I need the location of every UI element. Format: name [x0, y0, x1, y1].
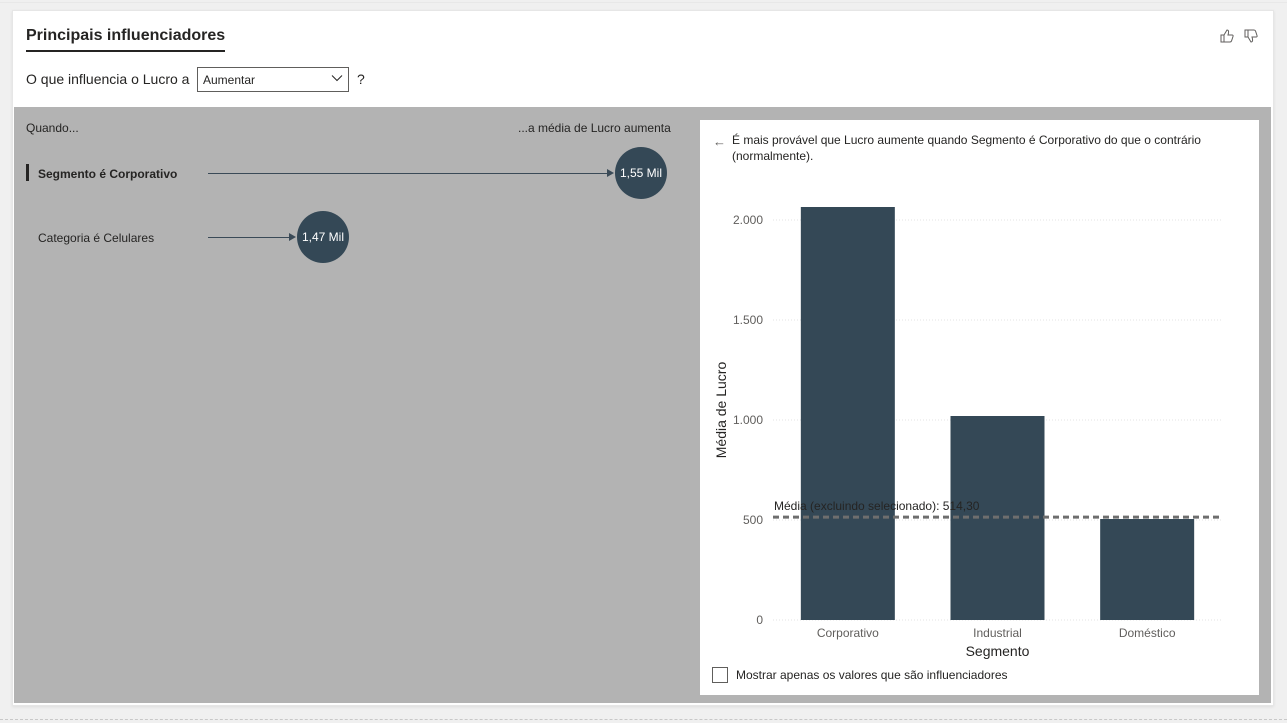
influencer-label[interactable]: Segmento é Corporativo [38, 167, 177, 181]
tab-principais-influenciadores[interactable]: Principais influenciadores [26, 27, 226, 52]
influencer-connector-line [208, 237, 290, 238]
dropdown-value: Aumentar [203, 73, 256, 87]
question-suffix: ? [357, 71, 365, 87]
bottom-divider [0, 719, 1287, 720]
influencer-connector-line [208, 173, 608, 174]
y-tick-label: 0 [756, 613, 763, 627]
bar [800, 207, 895, 620]
selected-indicator [26, 164, 29, 181]
y-axis-title: Média de Lucro [713, 362, 729, 459]
thumbs-up-icon[interactable] [1219, 28, 1235, 44]
chevron-down-icon [331, 75, 343, 82]
show-influencers-only-checkbox[interactable] [712, 667, 728, 683]
y-tick-label: 500 [743, 513, 763, 527]
y-tick-label: 1.000 [733, 413, 763, 427]
influencer-value-bubble[interactable]: 1,47 Mil [297, 211, 349, 263]
top-divider [0, 2, 1287, 3]
arrow-right-icon [607, 169, 614, 177]
checkbox-label: Mostrar apenas os valores que são influe… [736, 668, 1008, 682]
direction-dropdown[interactable]: Aumentar [197, 67, 349, 92]
bar [1100, 519, 1195, 620]
average-profit-bar-chart: 0 500 1.000 1.500 2.000 Corporativo Industrial… [713, 207, 1222, 659]
reference-line-label: Média (excluindo selecionado): 514,30 [774, 499, 980, 513]
influencer-label[interactable]: Categoria é Celulares [38, 231, 154, 245]
influencers-list-panel [14, 107, 700, 703]
question-prefix: O que influencia o Lucro a [26, 71, 190, 87]
x-axis-title: Segmento [966, 643, 1030, 659]
column-header-average: ...a média de Lucro aumenta [518, 121, 671, 135]
arrow-right-icon [289, 233, 296, 241]
influencer-value-bubble[interactable]: 1,55 Mil [615, 147, 667, 199]
x-tick-label: Industrial [973, 626, 1022, 640]
x-tick-label: Doméstico [1119, 626, 1176, 640]
column-header-when: Quando... [26, 121, 79, 135]
y-tick-label: 2.000 [733, 213, 763, 227]
x-tick-label: Corporativo [817, 626, 879, 640]
thumbs-down-icon[interactable] [1243, 28, 1259, 44]
y-tick-label: 1.500 [733, 313, 763, 327]
